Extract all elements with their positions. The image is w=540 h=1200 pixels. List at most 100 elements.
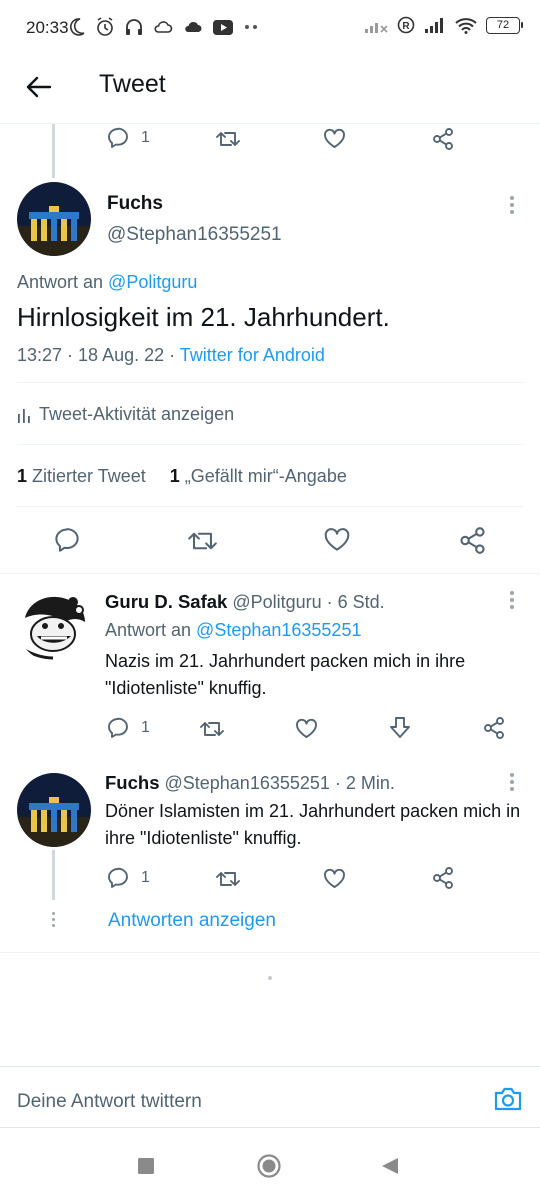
engagement-stats: 1 Zitierter Tweet 1 „Gefällt mir“-Angabe bbox=[17, 466, 347, 487]
top-app-bar: Tweet bbox=[0, 56, 540, 124]
reply-to-link[interactable]: @Politguru bbox=[108, 272, 197, 292]
like-action[interactable] bbox=[323, 868, 346, 889]
youtube-icon bbox=[213, 19, 233, 35]
divider bbox=[17, 506, 523, 507]
avatar[interactable] bbox=[17, 773, 91, 847]
square-icon bbox=[138, 1158, 154, 1174]
divider bbox=[17, 444, 523, 445]
share-action[interactable] bbox=[432, 867, 454, 889]
thread-continuation-dots bbox=[51, 912, 57, 930]
comment-icon bbox=[108, 717, 128, 738]
heart-icon bbox=[324, 128, 345, 148]
divider bbox=[0, 952, 540, 953]
share-icon bbox=[433, 128, 453, 150]
show-replies-link[interactable]: Antworten anzeigen bbox=[108, 910, 276, 932]
heart-icon bbox=[296, 718, 317, 738]
likes-stat[interactable]: 1 „Gefällt mir“-Angabe bbox=[170, 466, 347, 486]
tweet-text: Nazis im 21. Jahrhundert packen mich in … bbox=[105, 651, 466, 698]
comment-icon bbox=[55, 528, 79, 552]
retweet-action[interactable] bbox=[216, 130, 240, 148]
camera-icon bbox=[494, 1087, 522, 1111]
reply-input-placeholder[interactable]: Deine Antwort twittern bbox=[17, 1091, 202, 1113]
like-action[interactable] bbox=[295, 718, 318, 739]
retweet-icon bbox=[216, 872, 240, 886]
more-options-button[interactable] bbox=[509, 196, 515, 217]
like-button[interactable] bbox=[323, 527, 351, 552]
registered-icon: R bbox=[397, 16, 415, 34]
heart-icon bbox=[324, 868, 345, 888]
author-name[interactable]: Guru D. Safak bbox=[105, 591, 227, 612]
tweet-timestamp: 13:27 · 18 Aug. 22 · bbox=[17, 345, 180, 365]
retweet-icon bbox=[216, 132, 240, 146]
tweet-text: Döner Islamisten im 21. Jahrhundert pack… bbox=[105, 801, 521, 848]
arrow-left-icon bbox=[26, 76, 52, 98]
more-options-button[interactable] bbox=[509, 591, 515, 612]
reply-button[interactable] bbox=[54, 527, 80, 552]
share-action[interactable] bbox=[432, 128, 454, 150]
reply-action[interactable]: 1 bbox=[107, 127, 150, 148]
status-bar: 20:33 R 72 bbox=[0, 0, 540, 56]
signal-icon bbox=[425, 18, 443, 33]
retweet-action[interactable] bbox=[200, 720, 224, 738]
back-button[interactable] bbox=[22, 70, 56, 104]
avatar[interactable] bbox=[17, 182, 91, 256]
heart-icon bbox=[324, 528, 350, 551]
headphones-icon bbox=[126, 19, 142, 35]
retweet-icon bbox=[200, 722, 224, 736]
avatar[interactable] bbox=[17, 588, 91, 662]
no-signal-icon bbox=[365, 23, 388, 33]
alarm-icon bbox=[97, 17, 113, 36]
back-nav-button[interactable] bbox=[381, 1157, 399, 1180]
quote-tweets-stat[interactable]: 1 Zitierter Tweet bbox=[17, 466, 146, 486]
thread-line bbox=[52, 850, 55, 900]
share-button[interactable] bbox=[459, 527, 486, 554]
triangle-back-icon bbox=[382, 1158, 398, 1174]
recents-button[interactable] bbox=[138, 1158, 154, 1179]
comment-icon bbox=[108, 867, 128, 888]
more-options-button[interactable] bbox=[509, 773, 515, 794]
reply-count: 1 bbox=[141, 868, 150, 886]
reply-count: 1 bbox=[141, 718, 150, 736]
wifi-icon bbox=[455, 17, 477, 34]
tweet-activity-button[interactable]: Tweet-Aktivität anzeigen bbox=[17, 404, 234, 425]
author-handle-time: @Politguru · 6 Std. bbox=[227, 592, 385, 612]
reply-composer[interactable]: Deine Antwort twittern bbox=[0, 1066, 540, 1128]
author-name[interactable]: Fuchs bbox=[105, 772, 159, 793]
analytics-icon bbox=[18, 408, 30, 423]
dots-icon bbox=[245, 25, 257, 29]
share-action[interactable] bbox=[483, 717, 505, 739]
reply-context: Antwort an @Stephan16355251 bbox=[105, 620, 362, 640]
divider bbox=[0, 573, 540, 574]
loading-dot bbox=[268, 976, 272, 980]
thread-line bbox=[52, 124, 55, 178]
author-name[interactable]: Fuchs bbox=[107, 193, 163, 215]
share-icon bbox=[433, 867, 453, 889]
reply-context: Antwort an @Politguru bbox=[17, 272, 198, 292]
page-title: Tweet bbox=[99, 70, 166, 98]
camera-button[interactable] bbox=[493, 1086, 523, 1117]
reply-action[interactable]: 1 bbox=[107, 717, 150, 738]
status-time: 20:33 bbox=[26, 18, 69, 37]
tweet-meta: 13:27 · 18 Aug. 22 · Twitter for Android bbox=[17, 345, 325, 366]
divider bbox=[17, 382, 523, 383]
reply-header: Fuchs @Stephan16355251 · 2 Min. bbox=[105, 772, 395, 794]
like-action[interactable] bbox=[323, 128, 346, 149]
circle-icon bbox=[257, 1154, 281, 1178]
reply-to-link[interactable]: @Stephan16355251 bbox=[196, 620, 361, 640]
home-button[interactable] bbox=[257, 1154, 281, 1183]
cloud-icon bbox=[154, 21, 173, 33]
retweet-icon bbox=[188, 532, 217, 550]
retweet-action[interactable] bbox=[216, 870, 240, 888]
author-handle-time: @Stephan16355251 · 2 Min. bbox=[159, 773, 395, 793]
tweet-source-link[interactable]: Twitter for Android bbox=[180, 345, 325, 365]
comment-icon bbox=[108, 127, 128, 148]
retweet-button[interactable] bbox=[188, 530, 217, 552]
share-icon bbox=[460, 527, 485, 554]
svg-text:R: R bbox=[402, 21, 410, 32]
reply-action[interactable]: 1 bbox=[107, 867, 150, 888]
cloud-filled-icon bbox=[185, 21, 202, 32]
downvote-action[interactable] bbox=[389, 716, 411, 739]
author-handle[interactable]: @Stephan16355251 bbox=[107, 224, 282, 246]
reply-header: Guru D. Safak @Politguru · 6 Std. bbox=[105, 591, 385, 613]
tweet-activity-label: Tweet-Aktivität anzeigen bbox=[39, 404, 235, 424]
